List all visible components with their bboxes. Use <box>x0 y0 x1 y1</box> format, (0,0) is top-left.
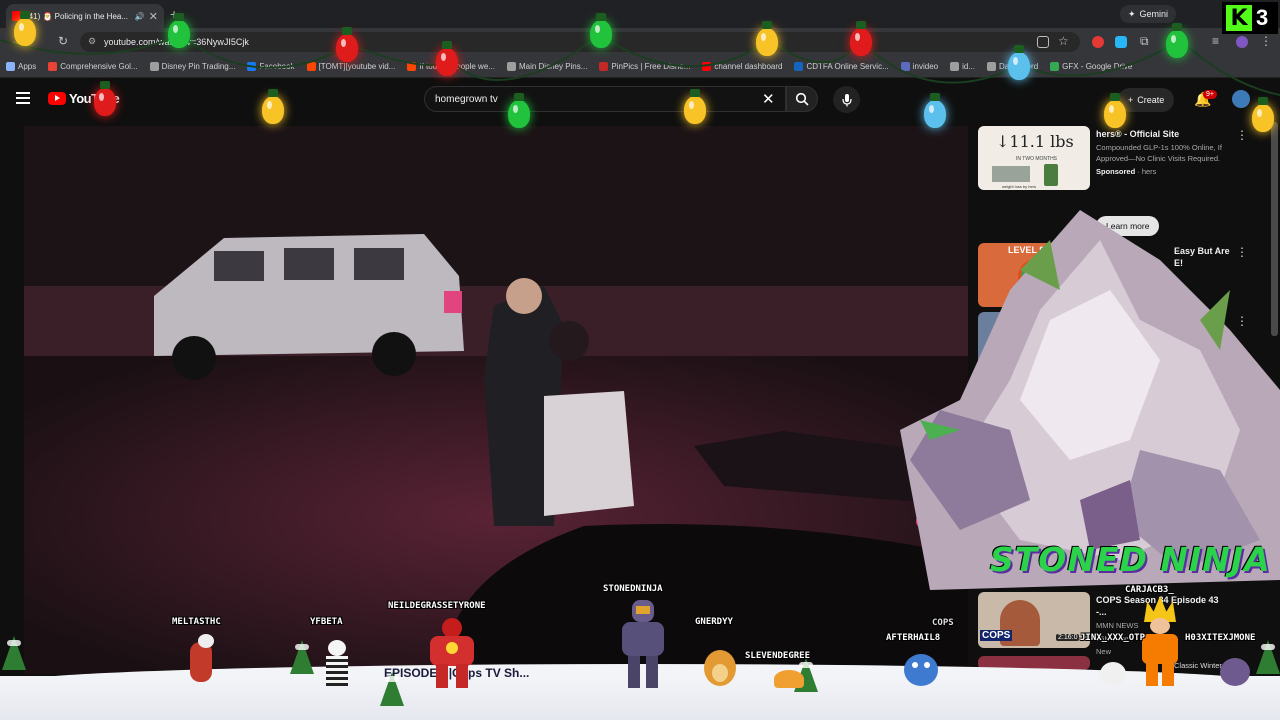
sponsored-label: Sponsored <box>1096 167 1136 176</box>
christmas-bulb-icon <box>590 13 612 48</box>
christmas-bulb-icon <box>684 89 706 124</box>
christmas-bulb-icon <box>262 89 284 124</box>
christmas-bulb-icon <box>436 41 458 76</box>
suspect-head <box>549 321 589 361</box>
recommendation-4-thumb-label: COPS <box>980 630 1013 641</box>
left-gutter <box>0 122 24 682</box>
christmas-bulb-icon <box>336 27 358 62</box>
christmas-bulb-icon <box>94 81 116 116</box>
chat-username: MELTASTHC <box>172 617 221 627</box>
ad-thumb-caption: weight loss by hers <box>1002 184 1037 189</box>
product-box-icon <box>992 166 1030 182</box>
screen: (41) 🎅 Policing in the Hea... 🔊 ✕ + ✦ Ge… <box>0 0 1280 720</box>
video-frame <box>24 126 968 674</box>
ad-thumbnail[interactable]: ↓11.1 lbs IN TWO MONTHS weight loss by h… <box>978 126 1090 190</box>
christmas-bulb-icon <box>508 93 530 128</box>
blue-bird-sprite <box>898 650 944 690</box>
orange-blob-sprite <box>774 670 804 690</box>
cops-watermark: COPS <box>932 618 954 628</box>
chat-username: GNERDYY <box>695 617 733 627</box>
christmas-bulb-icon <box>14 11 36 46</box>
light-string-wire <box>0 33 1280 96</box>
purple-creature-sprite <box>1218 654 1252 688</box>
chat-username: H03XITEXJMONE <box>1185 633 1256 643</box>
master-chief-sprite <box>614 600 674 688</box>
chat-username: JINX_XXX_OTP <box>1080 633 1146 643</box>
ad-more-options-icon[interactable]: ⋮ <box>1236 128 1248 142</box>
ad-meta: hers® - Official Site Compounded GLP-1s … <box>1096 128 1224 177</box>
chat-username: CARJACB3_ <box>1125 585 1174 595</box>
skeleton-sprite <box>318 640 358 688</box>
chat-username: YFBETA <box>310 617 343 627</box>
chat-username: STONEDNINJA <box>603 584 663 594</box>
chat-username: NEILDEGRASSETYRONE <box>388 601 486 611</box>
christmas-bulb-icon <box>1008 45 1030 80</box>
white-creature-sprite <box>1098 656 1128 688</box>
snowy-tree-icon <box>290 640 314 674</box>
dragonite-sprite <box>700 644 740 688</box>
ad-description: Compounded GLP-1s 100% Online, If Approv… <box>1096 143 1222 163</box>
christmas-bulb-icon <box>756 21 778 56</box>
chat-username: SLEVENDEGREE <box>745 651 811 661</box>
christmas-bulb-icon <box>1252 97 1274 132</box>
christmas-bulb-icon <box>850 21 872 56</box>
snowy-tree-icon <box>2 636 26 670</box>
suspect-figure <box>544 391 634 516</box>
stream-name-overlay: STONED NINJA <box>990 540 1271 579</box>
recommendation-4-duration: 2:16:0 <box>1056 634 1080 641</box>
ironman-sprite <box>420 618 484 688</box>
recommendation-4-thumbnail[interactable]: COPS 2:16:0 <box>978 592 1090 648</box>
christmas-bulb-icon <box>1166 23 1188 58</box>
product-vial-icon <box>1044 164 1058 186</box>
ad-advertiser: hers <box>1141 167 1157 176</box>
ad-thumb-headline: ↓11.1 lbs <box>996 132 1074 151</box>
video-player[interactable] <box>24 126 968 674</box>
chat-username: AFTERHAIL8 <box>886 633 941 643</box>
ad-thumb-sub: IN TWO MONTHS <box>1016 156 1058 162</box>
christmas-bulb-icon <box>168 13 190 48</box>
christmas-bulb-icon <box>924 93 946 128</box>
squirrel-sprite <box>182 632 218 688</box>
christmas-bulb-icon <box>1104 93 1126 128</box>
snowy-tree-icon <box>380 672 404 706</box>
snowy-tree-icon <box>1256 640 1280 674</box>
